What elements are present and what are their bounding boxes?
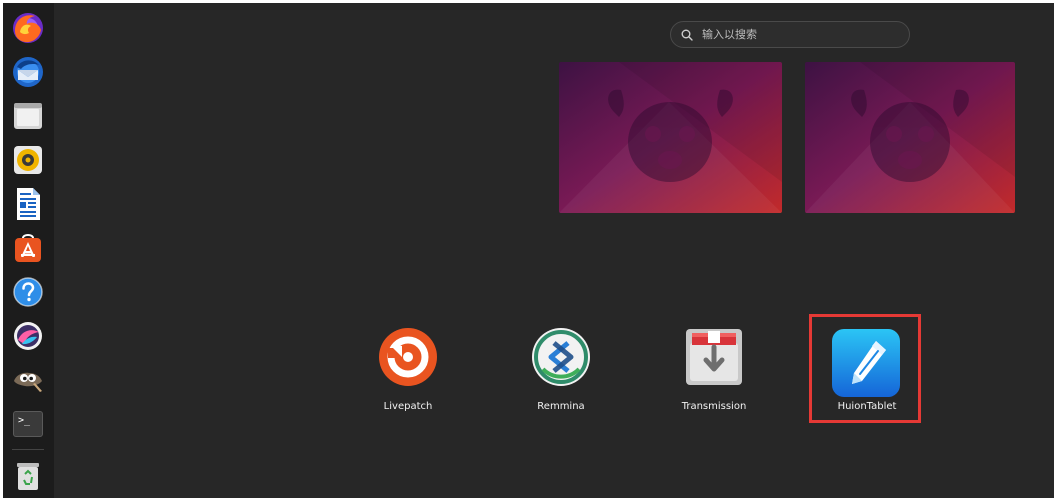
dock-item-writer[interactable]	[10, 186, 46, 222]
firefox-icon	[13, 13, 43, 43]
remmina-icon	[532, 328, 590, 386]
app-huion-tablet[interactable]: HuionTablet	[812, 327, 922, 422]
workspace-thumbnail-2[interactable]	[805, 62, 1015, 213]
gimp-icon	[14, 372, 42, 392]
terminal-icon: >_	[13, 411, 43, 437]
dock-item-rhythmbox[interactable]	[10, 142, 46, 178]
dock-item-trash[interactable]	[10, 458, 46, 494]
wallpaper-image	[805, 62, 1015, 213]
app-livepatch[interactable]: Livepatch	[353, 327, 463, 422]
app-label: Remmina	[537, 401, 585, 412]
wallpaper-image	[559, 62, 782, 213]
speaker-icon	[14, 146, 42, 174]
workspace-thumbnail-1[interactable]	[559, 62, 782, 213]
dock-item-help[interactable]	[10, 274, 46, 310]
search-icon	[681, 28, 695, 42]
desktop-screen: >_ 输入以搜索 Livepatch Remmina Transmission …	[3, 3, 1054, 498]
search-input[interactable]	[702, 28, 902, 41]
document-icon	[17, 188, 40, 220]
livepatch-icon	[379, 328, 437, 386]
app-label: Transmission	[681, 401, 747, 412]
app-remmina[interactable]: Remmina	[506, 327, 616, 422]
dock-item-files[interactable]	[10, 98, 46, 134]
help-icon	[13, 277, 43, 307]
trash-icon	[17, 463, 39, 490]
pen-icon	[832, 329, 900, 397]
dock-item-krita[interactable]	[10, 318, 46, 354]
terminal-glyph: >_	[18, 415, 31, 426]
paint-icon	[14, 322, 42, 350]
dock-separator	[12, 449, 44, 450]
dock-item-gimp[interactable]	[10, 362, 46, 398]
folder-icon	[14, 103, 42, 129]
app-store-icon	[15, 234, 41, 262]
dock-item-terminal[interactable]: >_	[10, 406, 46, 442]
transmission-icon	[686, 329, 742, 385]
app-label: HuionTablet	[837, 401, 897, 412]
dock-item-firefox[interactable]	[10, 10, 46, 46]
thunderbird-icon	[13, 57, 43, 87]
app-label: Livepatch	[383, 401, 433, 412]
app-transmission[interactable]: Transmission	[659, 327, 769, 422]
dock: >_	[3, 3, 54, 498]
dock-item-app-center[interactable]	[10, 230, 46, 266]
search-bar[interactable]	[670, 21, 910, 48]
dock-item-thunderbird[interactable]	[10, 54, 46, 90]
